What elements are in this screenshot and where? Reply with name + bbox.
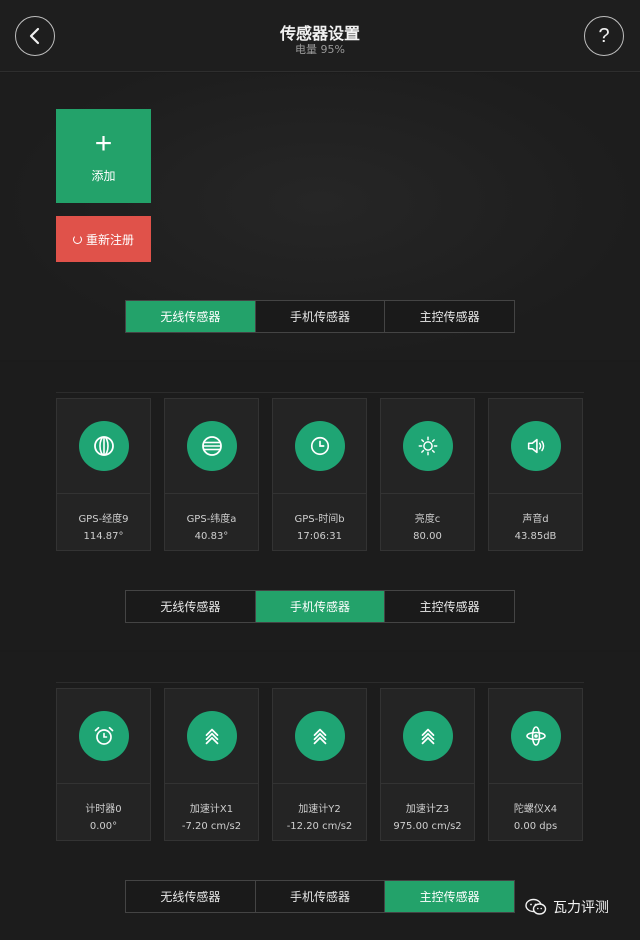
sensor-value: 114.87° xyxy=(83,531,124,542)
sensor-card-sound[interactable]: 声音d 43.85dB xyxy=(488,398,583,551)
sensor-name: 加速计X1 xyxy=(189,804,234,815)
sensor-tabs-2: 无线传感器 手机传感器 主控传感器 xyxy=(125,590,515,623)
reregister-button[interactable]: 重新注册 xyxy=(56,216,151,262)
sensor-name: 加速计Z3 xyxy=(405,804,450,815)
sensor-name: 亮度c xyxy=(414,514,441,525)
sensor-card-gyro-x[interactable]: 陀螺仪X4 0.00 dps xyxy=(488,688,583,841)
sensor-value: 43.85dB xyxy=(514,531,557,542)
sensor-value: 80.00 xyxy=(413,531,442,542)
help-button[interactable]: ? xyxy=(584,16,624,56)
speaker-icon xyxy=(527,438,544,454)
tab-main-sensor[interactable]: 主控传感器 xyxy=(385,591,514,622)
watermark: 瓦力评测 xyxy=(525,897,609,917)
add-label: 添加 xyxy=(91,168,116,183)
wechat-icon xyxy=(525,898,547,915)
gyroscope-icon xyxy=(525,726,546,746)
add-sensor-button[interactable]: + 添加 xyxy=(56,109,151,203)
chevrons-up-icon xyxy=(205,728,218,745)
header-bar: 传感器设置 电量 95% ? xyxy=(0,0,640,72)
sensor-card-gps-latitude[interactable]: GPS-纬度a 40.83° xyxy=(164,398,259,551)
sensor-value: -7.20 cm/s2 xyxy=(181,821,242,832)
sensor-value: -12.20 cm/s2 xyxy=(286,821,353,832)
globe-longitude-icon xyxy=(93,436,114,456)
sensor-name: 加速计Y2 xyxy=(298,804,341,815)
sensor-tabs-1: 无线传感器 手机传感器 主控传感器 xyxy=(125,300,515,333)
sensor-value: 0.00° xyxy=(89,821,118,832)
tab-phone-sensor[interactable]: 手机传感器 xyxy=(256,881,386,912)
sensor-value: 17:06:31 xyxy=(297,531,342,542)
sensor-value: 975.00 cm/s2 xyxy=(393,821,462,832)
sensor-card-accel-z[interactable]: 加速计Z3 975.00 cm/s2 xyxy=(380,688,475,841)
divider xyxy=(56,392,584,393)
watermark-text: 瓦力评测 xyxy=(553,900,609,916)
tab-wireless-sensor[interactable]: 无线传感器 xyxy=(126,881,256,912)
globe-latitude-icon xyxy=(201,436,222,456)
chevrons-up-icon xyxy=(421,728,434,745)
refresh-icon xyxy=(72,234,82,244)
tab-phone-sensor[interactable]: 手机传感器 xyxy=(256,301,386,332)
sensor-name: 陀螺仪X4 xyxy=(513,804,558,815)
tab-main-sensor[interactable]: 主控传感器 xyxy=(385,881,515,912)
sensor-value: 40.83° xyxy=(194,531,229,542)
divider xyxy=(56,682,584,683)
sensor-card-accel-x[interactable]: 加速计X1 -7.20 cm/s2 xyxy=(164,688,259,841)
sensor-card-gps-longitude[interactable]: GPS-经度9 114.87° xyxy=(56,398,151,551)
tab-wireless-sensor[interactable]: 无线传感器 xyxy=(126,301,256,332)
alarm-clock-icon xyxy=(94,726,113,745)
sensor-name: GPS-经度9 xyxy=(78,514,129,525)
sensor-card-gps-time[interactable]: GPS-时间b 17:06:31 xyxy=(272,398,367,551)
sensor-card-brightness[interactable]: 亮度c 80.00 xyxy=(380,398,475,551)
reregister-label: 重新注册 xyxy=(85,232,134,247)
sensor-tabs-3: 无线传感器 手机传感器 主控传感器 xyxy=(125,880,515,913)
sensor-name: GPS-时间b xyxy=(294,514,345,525)
sensor-name: GPS-纬度a xyxy=(186,514,237,525)
sensor-card-accel-y[interactable]: 加速计Y2 -12.20 cm/s2 xyxy=(272,688,367,841)
sensor-card-timer[interactable]: 计时器0 0.00° xyxy=(56,688,151,841)
clock-icon xyxy=(310,436,329,456)
sensor-value: 0.00 dps xyxy=(513,821,558,832)
battery-status: 电量 95% xyxy=(295,43,345,56)
tab-wireless-sensor[interactable]: 无线传感器 xyxy=(126,591,256,622)
plus-icon: + xyxy=(94,126,113,160)
chevrons-up-icon xyxy=(313,728,326,745)
sun-icon xyxy=(418,436,437,456)
tab-main-sensor[interactable]: 主控传感器 xyxy=(385,301,514,332)
tab-phone-sensor[interactable]: 手机传感器 xyxy=(255,591,386,622)
sensor-name: 声音d xyxy=(522,514,549,525)
sensor-name: 计时器0 xyxy=(85,804,122,815)
